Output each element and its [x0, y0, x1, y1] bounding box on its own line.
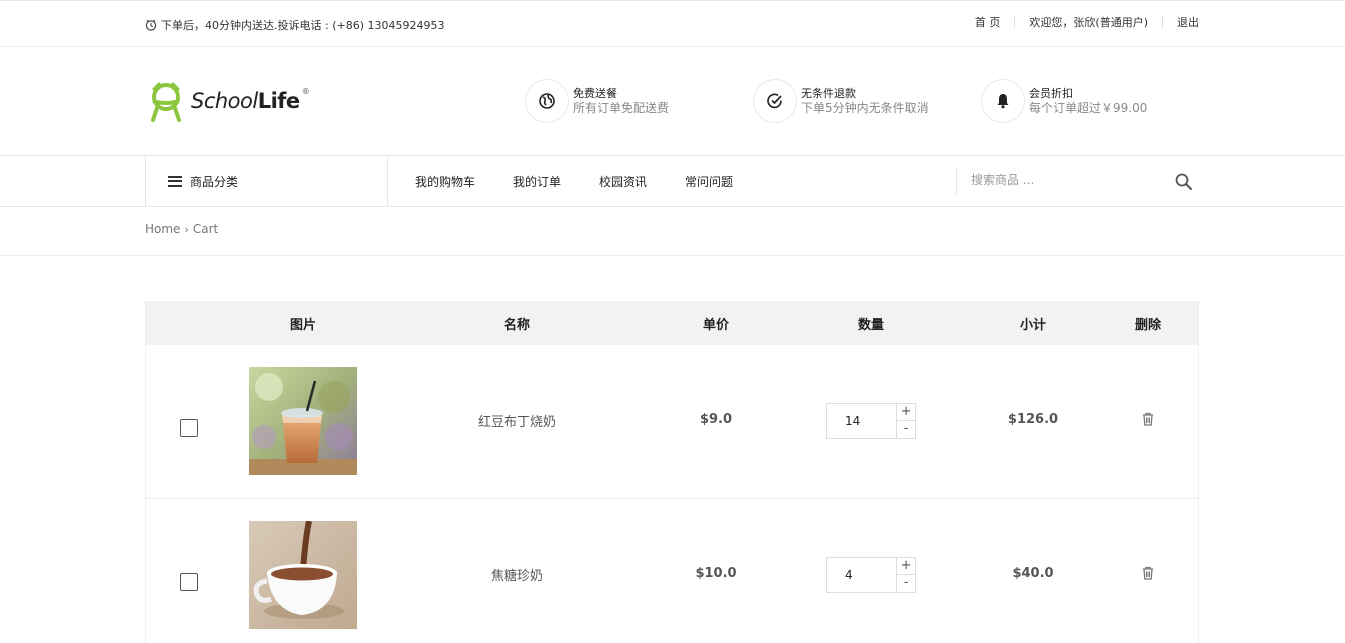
breadcrumb-current: Cart [192, 222, 219, 236]
header-name: 名称 [503, 318, 531, 333]
decrement-button[interactable]: - [897, 421, 915, 438]
search-box [956, 167, 1198, 195]
home-link[interactable]: 首 页 [961, 14, 1015, 30]
unit-price: $9.0 [699, 412, 733, 427]
header-subtotal: 小计 [1019, 318, 1047, 333]
subtotal: $126.0 [1007, 412, 1059, 427]
table-row: 红豆布丁烧奶 $9.0 14 + - $126.0 [146, 345, 1198, 499]
hamburger-icon [168, 175, 182, 187]
product-name[interactable]: 焦糖珍奶 [491, 565, 543, 584]
product-image-caramel-milk-tea[interactable] [249, 521, 357, 629]
logo[interactable]: SchoolLife ® [145, 79, 312, 123]
feature-free-delivery: 免费送餐 所有订单免配送费 [525, 79, 669, 123]
chevron-right-icon: › [184, 222, 189, 236]
row-select-checkbox[interactable] [180, 419, 198, 437]
quantity-input[interactable]: 4 [827, 558, 898, 592]
search-icon[interactable] [1174, 172, 1194, 192]
header-image: 图片 [289, 318, 317, 333]
logo-life-text: Life [257, 89, 300, 113]
feature-member-discount: 会员折扣 每个订单超过￥99.00 [981, 79, 1147, 123]
feature-subtitle: 每个订单超过￥99.00 [1029, 101, 1148, 115]
logo-mascot-icon [151, 82, 181, 122]
nav-menu: 我的购物车 我的订单 校园资讯 常问问题 [415, 173, 771, 190]
header: SchoolLife ® 免费送餐 所有订单免配送费 无条件退款 下单5分钟内无… [0, 47, 1345, 156]
product-image-milk-tea[interactable] [249, 367, 357, 475]
notice-text: 下单后，40分钟内送达.投诉电话 : (+86) 13045924953 [161, 19, 445, 32]
logo-school-text: School [191, 89, 258, 113]
user-greeting-link[interactable]: 欢迎您，张欣(普通用户) [1015, 14, 1162, 30]
feature-icon-circle [981, 79, 1025, 123]
header-quantity: 数量 [857, 318, 885, 333]
feature-icon-circle [753, 79, 797, 123]
breadcrumb-bar: Home › Cart [0, 207, 1345, 256]
delivery-notice: 下单后，40分钟内送达.投诉电话 : (+86) 13045924953 [145, 17, 444, 33]
top-links: 首 页 欢迎您，张欣(普通用户) 退出 [961, 14, 1199, 30]
quantity-stepper: 14 + - [826, 403, 916, 439]
header-price: 单价 [702, 318, 730, 333]
feature-subtitle: 下单5分钟内无条件取消 [801, 101, 929, 115]
feature-subtitle: 所有订单免配送费 [573, 101, 670, 115]
unit-price: $10.0 [695, 566, 737, 581]
product-image [249, 367, 357, 475]
product-image [249, 521, 357, 629]
breadcrumb-home[interactable]: Home [145, 222, 180, 236]
top-bar: 下单后，40分钟内送达.投诉电话 : (+86) 13045924953 首 页… [0, 0, 1345, 47]
logout-link[interactable]: 退出 [1163, 14, 1199, 30]
nav-item-campus-news[interactable]: 校园资讯 [599, 173, 647, 190]
feature-title: 无条件退款 [801, 87, 856, 100]
category-menu-button[interactable]: 商品分类 [145, 156, 388, 206]
table-header: 图片 名称 单价 数量 小计 删除 [146, 301, 1198, 345]
row-select-checkbox[interactable] [180, 573, 198, 591]
feature-refund: 无条件退款 下单5分钟内无条件取消 [753, 79, 929, 123]
trash-icon[interactable] [1141, 566, 1155, 580]
increment-button[interactable]: + [897, 404, 915, 421]
category-label: 商品分类 [190, 174, 239, 189]
subtotal: $40.0 [1012, 566, 1054, 581]
quantity-stepper: 4 + - [826, 557, 916, 593]
increment-button[interactable]: + [897, 558, 915, 575]
quantity-input[interactable]: 14 [827, 404, 898, 438]
registered-mark: ® [301, 86, 310, 96]
search-input[interactable] [957, 167, 1147, 193]
product-name[interactable]: 红豆布丁烧奶 [478, 411, 556, 430]
table-row: 焦糖珍奶 $10.0 4 + - $40.0 [146, 499, 1198, 643]
nav-item-orders[interactable]: 我的订单 [513, 173, 561, 190]
check-circle-icon [767, 93, 782, 109]
trash-icon[interactable] [1141, 412, 1155, 426]
feature-title: 免费送餐 [573, 87, 617, 100]
nav-item-faq[interactable]: 常问问题 [685, 173, 733, 190]
header-delete: 删除 [1134, 318, 1162, 333]
logo-wordmark: SchoolLife [191, 89, 300, 113]
feature-title: 会员折扣 [1029, 87, 1073, 100]
decrement-button[interactable]: - [897, 575, 915, 592]
breadcrumb: Home › Cart [145, 222, 218, 236]
main-nav: 商品分类 我的购物车 我的订单 校园资讯 常问问题 [0, 156, 1345, 207]
bell-icon [997, 94, 1009, 109]
nav-item-cart[interactable]: 我的购物车 [415, 173, 475, 190]
clock-icon [145, 19, 157, 31]
globe-icon [539, 93, 555, 109]
feature-icon-circle [525, 79, 569, 123]
cart-table: 图片 名称 单价 数量 小计 删除 红豆布丁烧奶 $9.0 14 + - $12… [145, 301, 1199, 643]
